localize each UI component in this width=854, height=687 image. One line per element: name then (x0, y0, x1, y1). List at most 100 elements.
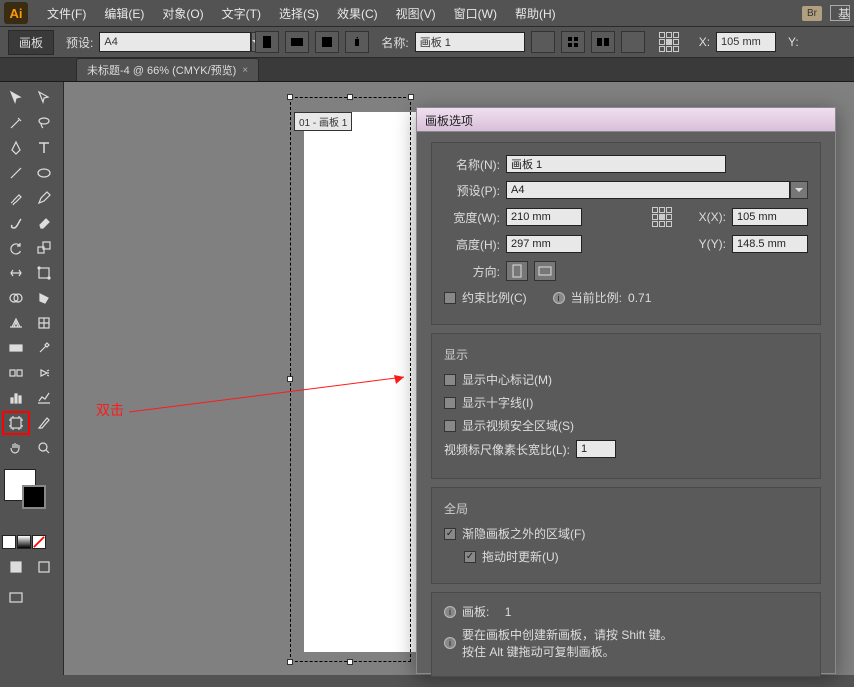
reference-point-icon[interactable] (659, 32, 679, 52)
type-tool-icon[interactable] (30, 136, 58, 160)
menu-select[interactable]: 选择(S) (270, 5, 328, 22)
screen-mode-icon[interactable] (2, 586, 30, 610)
move-artwork-icon[interactable] (531, 31, 555, 53)
landscape-icon[interactable] (285, 31, 309, 53)
options-icon[interactable] (561, 31, 585, 53)
handle-bl[interactable] (287, 659, 293, 665)
fade-outside-checkbox[interactable] (444, 528, 456, 540)
blend-tool-icon[interactable] (2, 361, 30, 385)
pen-tool-icon[interactable] (2, 136, 30, 160)
menu-window[interactable]: 窗口(W) (445, 5, 506, 22)
dlg-width-input[interactable] (506, 208, 582, 226)
shape-builder-tool-icon[interactable] (2, 286, 30, 310)
video-ruler-input[interactable] (576, 440, 616, 458)
width-tool-icon[interactable] (2, 261, 30, 285)
color-mode-icon[interactable] (2, 535, 16, 549)
handle-bm[interactable] (347, 659, 353, 665)
show-cross-checkbox[interactable] (444, 397, 456, 409)
rotate-tool-icon[interactable] (2, 236, 30, 260)
dlg-name-input[interactable] (506, 155, 726, 173)
reference-point-icon[interactable] (652, 207, 672, 227)
menu-edit[interactable]: 编辑(E) (95, 5, 153, 22)
portrait-icon[interactable] (506, 261, 528, 281)
pencil-tool-icon[interactable] (30, 186, 58, 210)
dlg-yy-input[interactable] (732, 235, 808, 253)
delete-artboard-icon[interactable] (345, 31, 369, 53)
dlg-preset-value[interactable] (506, 181, 790, 199)
live-paint-tool-icon[interactable] (30, 286, 58, 310)
update-drag-label: 拖动时更新(U) (482, 548, 559, 565)
dialog-main-group: 名称(N): 预设(P): 宽度(W): X(X): 高度(H): (431, 142, 821, 325)
menu-view[interactable]: 视图(V) (387, 5, 445, 22)
magic-wand-tool-icon[interactable] (2, 111, 30, 135)
constrain-checkbox[interactable] (444, 292, 456, 304)
show-center-label: 显示中心标记(M) (462, 371, 552, 388)
global-title: 全局 (444, 500, 808, 517)
blob-brush-tool-icon[interactable] (2, 211, 30, 235)
bridge-button[interactable]: Br (802, 6, 822, 21)
handle-tm[interactable] (347, 94, 353, 100)
handle-tl[interactable] (287, 94, 293, 100)
none-mode-icon[interactable] (32, 535, 46, 549)
eraser-tool-icon[interactable] (30, 211, 58, 235)
gradient-tool-icon[interactable] (2, 336, 30, 360)
dlg-xx-input[interactable] (732, 208, 808, 226)
mesh-tool-icon[interactable] (30, 311, 58, 335)
perspective-grid-tool-icon[interactable] (2, 311, 30, 335)
zoom-tool-icon[interactable] (30, 436, 58, 460)
rearrange-icon[interactable] (591, 31, 615, 53)
menu-help[interactable]: 帮助(H) (506, 5, 565, 22)
draw-normal-icon[interactable] (2, 555, 30, 579)
show-center-checkbox[interactable] (444, 374, 456, 386)
symbol-sprayer-tool-icon[interactable] (30, 361, 58, 385)
column-graph-tool-icon[interactable] (2, 386, 30, 410)
ellipse-tool-icon[interactable] (30, 161, 58, 185)
artboard-tool-icon[interactable] (2, 411, 30, 435)
handle-tr[interactable] (408, 94, 414, 100)
show-safe-label: 显示视频安全区域(S) (462, 417, 574, 434)
slice-tool-icon[interactable] (30, 411, 58, 435)
preset-input[interactable] (99, 32, 251, 52)
chevron-down-icon[interactable] (790, 181, 808, 199)
eyedropper-tool-icon[interactable] (30, 336, 58, 360)
mode-label: 画板 (8, 30, 54, 55)
preset-dropdown[interactable] (99, 32, 249, 52)
menu-object[interactable]: 对象(O) (153, 5, 212, 22)
free-transform-tool-icon[interactable] (30, 261, 58, 285)
menu-text[interactable]: 文字(T) (213, 5, 270, 22)
grid-icon[interactable] (621, 31, 645, 53)
artboard-label[interactable]: 01 - 画板 1 (294, 112, 352, 131)
dlg-preset-select[interactable] (506, 181, 808, 199)
name-input[interactable] (415, 32, 525, 52)
stroke-swatch[interactable] (22, 485, 46, 509)
essentials-label[interactable]: 基 (838, 5, 850, 22)
constrain-label: 约束比例(C) (462, 289, 527, 306)
close-icon[interactable]: × (242, 65, 248, 76)
hand-tool-icon[interactable] (2, 436, 30, 460)
selection-tool-icon[interactable] (2, 86, 30, 110)
annotation-arrow (124, 372, 419, 417)
gradient-mode-icon[interactable] (17, 535, 31, 549)
portrait-icon[interactable] (255, 31, 279, 53)
artboard-count-value: 1 (505, 605, 512, 619)
draw-behind-icon[interactable] (30, 555, 58, 579)
show-safe-checkbox[interactable] (444, 420, 456, 432)
dlg-preset-label: 预设(P): (444, 182, 500, 199)
new-artboard-icon[interactable] (315, 31, 339, 53)
line-tool-icon[interactable] (2, 161, 30, 185)
landscape-icon[interactable] (534, 261, 556, 281)
artboard-options-dialog: 画板选项 名称(N): 预设(P): 宽度(W): X(X): (416, 107, 836, 674)
x-input[interactable] (716, 32, 776, 52)
direct-selection-tool-icon[interactable] (30, 86, 58, 110)
dlg-height-input[interactable] (506, 235, 582, 253)
menu-bar: Ai 文件(F) 编辑(E) 对象(O) 文字(T) 选择(S) 效果(C) 视… (0, 0, 854, 26)
lasso-tool-icon[interactable] (30, 111, 58, 135)
color-swatches[interactable] (2, 467, 61, 519)
menu-file[interactable]: 文件(F) (38, 5, 95, 22)
scale-tool-icon[interactable] (30, 236, 58, 260)
paintbrush-tool-icon[interactable] (2, 186, 30, 210)
document-tab[interactable]: 未标题-4 @ 66% (CMYK/预览) × (76, 58, 259, 81)
graph-tool-icon[interactable] (30, 386, 58, 410)
update-drag-checkbox[interactable] (464, 551, 476, 563)
menu-effect[interactable]: 效果(C) (328, 5, 387, 22)
